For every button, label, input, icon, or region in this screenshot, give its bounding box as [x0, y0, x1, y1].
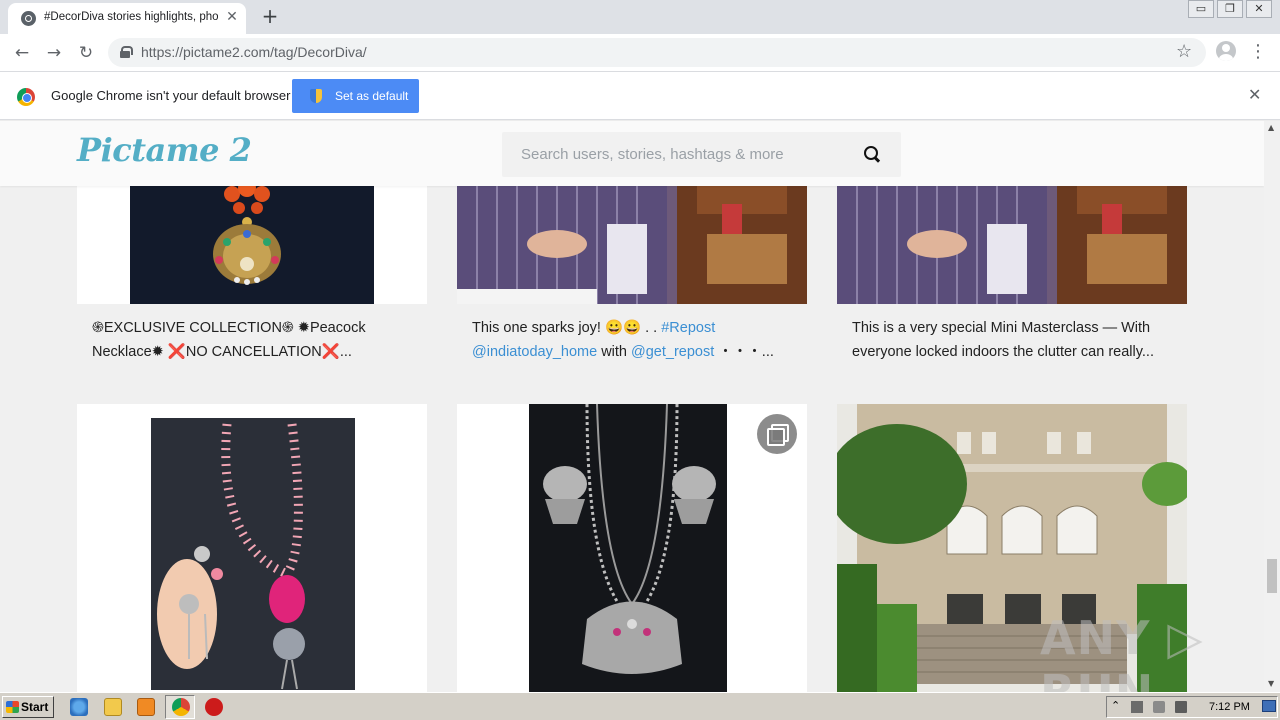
- caption-text: with: [597, 344, 632, 360]
- volume-icon[interactable]: [1153, 701, 1165, 713]
- lock-icon: [120, 46, 133, 58]
- post-card[interactable]: [77, 404, 427, 692]
- tab-strip: #DecorDiva stories highlights, photos ✕ …: [0, 0, 1280, 34]
- back-arrow-icon[interactable]: ←: [10, 41, 34, 65]
- profile-avatar-icon[interactable]: [1216, 41, 1236, 61]
- forward-arrow-icon[interactable]: →: [42, 41, 66, 65]
- window-controls: ▭ ❐ ✕: [1185, 0, 1272, 20]
- close-window-button[interactable]: ✕: [1246, 0, 1272, 18]
- start-button[interactable]: Start: [2, 696, 54, 718]
- address-bar[interactable]: https://pictame2.com/tag/DecorDiva/ ☆: [108, 38, 1206, 67]
- windows-taskbar: Start ⌃ 7:12 PM: [0, 692, 1280, 720]
- set-as-default-label: Set as default: [335, 89, 409, 103]
- caption-text: This one sparks joy! 😀😀 . .: [472, 320, 662, 336]
- multiple-images-icon: [757, 414, 797, 454]
- url-text[interactable]: https://pictame2.com/tag/DecorDiva/: [141, 44, 367, 60]
- browser-tab[interactable]: #DecorDiva stories highlights, photos ✕: [8, 3, 246, 34]
- mention-link[interactable]: @indiatoday_home: [472, 344, 597, 360]
- media-player-icon[interactable]: [137, 698, 155, 716]
- uac-shield-icon: [310, 89, 322, 103]
- chrome-menu-icon[interactable]: ⋮: [1249, 40, 1267, 64]
- post-image-pink-bead-necklace[interactable]: [77, 404, 427, 692]
- url-path: /tag/DecorDiva/: [270, 44, 367, 60]
- mention-link[interactable]: @get_repost: [631, 344, 714, 360]
- search-placeholder: Search users, stories, hashtags & more: [521, 146, 784, 163]
- browser-toolbar: ← → ↻ https://pictame2.com/tag/DecorDiva…: [0, 34, 1280, 71]
- post-caption: This one sparks joy! 😀😀 . . #Repost @ind…: [472, 316, 792, 364]
- flag-icon[interactable]: [1175, 701, 1187, 713]
- show-desktop-icon[interactable]: [1262, 700, 1276, 712]
- post-image-silver-oxidised-necklace[interactable]: [457, 404, 807, 692]
- page-scrollbar[interactable]: ▲ ▼: [1264, 121, 1280, 692]
- url-domain: https://pictame2.com: [141, 44, 271, 60]
- default-browser-infobar: Google Chrome isn't your default browser…: [0, 71, 1280, 120]
- post-caption: This is a very special Mini Masterclass …: [852, 320, 1154, 360]
- scroll-up-icon[interactable]: ▲: [1268, 123, 1274, 132]
- taskbar-clock: 7:12 PM: [1209, 701, 1250, 713]
- site-header: Pictame 2 Search users, stories, hashtag…: [0, 121, 1264, 186]
- search-input[interactable]: Search users, stories, hashtags & more: [502, 132, 901, 177]
- site-logo[interactable]: Pictame 2: [77, 131, 252, 169]
- internet-explorer-icon[interactable]: [70, 698, 88, 716]
- search-icon[interactable]: [864, 146, 880, 162]
- reload-icon[interactable]: ↻: [74, 41, 98, 65]
- restore-button[interactable]: ❐: [1217, 0, 1243, 18]
- system-tray: ⌃ 7:12 PM: [1106, 696, 1278, 718]
- start-label: Start: [21, 700, 49, 714]
- bookmark-star-icon[interactable]: ☆: [1176, 41, 1192, 62]
- post-card[interactable]: [457, 404, 807, 692]
- stop-icon[interactable]: [205, 698, 223, 716]
- chrome-taskbar-button[interactable]: [165, 695, 195, 719]
- chrome-icon: [172, 698, 190, 716]
- minimize-button[interactable]: ▭: [1188, 0, 1214, 18]
- folder-icon[interactable]: [104, 698, 122, 716]
- windows-flag-icon: [6, 701, 19, 713]
- screen: #DecorDiva stories highlights, photos ✕ …: [0, 0, 1280, 720]
- tray-expand-icon[interactable]: ⌃: [1111, 699, 1123, 712]
- hashtag-link[interactable]: #Repost: [661, 320, 715, 336]
- scroll-down-icon[interactable]: ▼: [1268, 679, 1274, 688]
- caption-text: ・・・...: [714, 344, 774, 360]
- tab-close-icon[interactable]: ✕: [224, 9, 240, 25]
- scroll-thumb[interactable]: [1267, 559, 1277, 593]
- chrome-logo-icon: [17, 88, 35, 106]
- network-icon[interactable]: [1131, 701, 1143, 713]
- post-caption: ֍EXCLUSIVE COLLECTION֍ ✹Peacock Necklace…: [92, 320, 366, 360]
- infobar-close-icon[interactable]: ✕: [1248, 85, 1261, 104]
- tab-title: #DecorDiva stories highlights, photos: [44, 11, 218, 23]
- page-viewport: Pictame 2 Search users, stories, hashtag…: [0, 121, 1280, 692]
- anyrun-watermark: ANY ▷ RUN: [1040, 611, 1204, 692]
- infobar-message: Google Chrome isn't your default browser: [51, 88, 291, 103]
- new-tab-button[interactable]: +: [258, 5, 282, 29]
- pictame-favicon-icon: [21, 11, 36, 26]
- set-as-default-button[interactable]: Set as default: [292, 79, 419, 113]
